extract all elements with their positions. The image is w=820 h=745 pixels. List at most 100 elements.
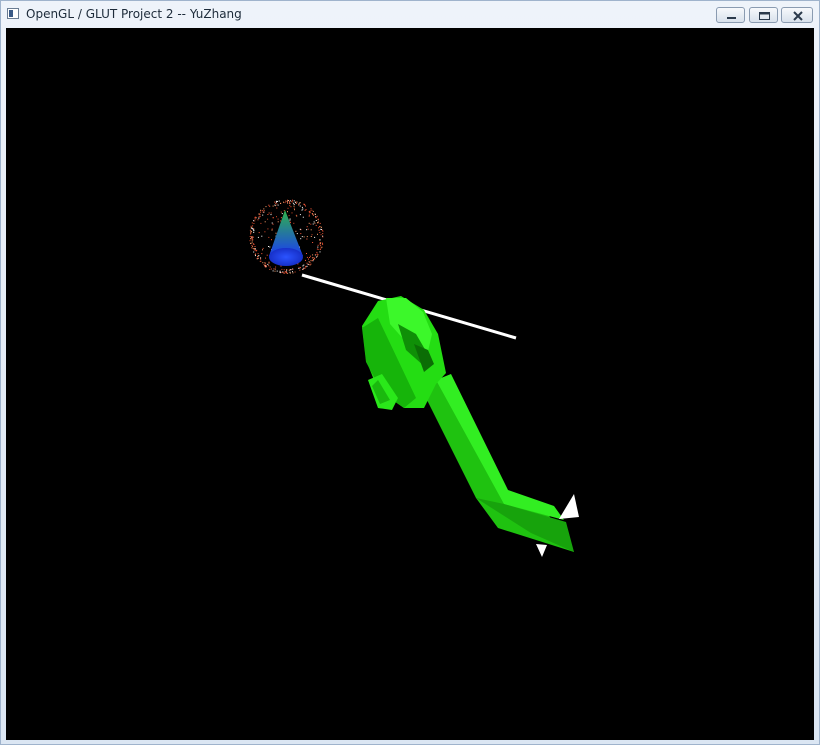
particle-dot	[267, 228, 269, 230]
particle-dot	[290, 206, 292, 208]
particle-dot	[251, 244, 253, 246]
particle-dot	[315, 216, 317, 218]
particle-dot	[292, 271, 293, 273]
particle-dot	[294, 209, 295, 211]
particle-dot	[272, 223, 274, 225]
particle-dot	[293, 222, 295, 224]
particle-dot	[299, 214, 301, 216]
maximize-button[interactable]	[749, 7, 778, 23]
particle-dot	[254, 218, 256, 220]
particle-dot	[309, 257, 311, 258]
particle-dot	[268, 261, 270, 263]
particle-dot	[280, 217, 282, 219]
particle-dot	[274, 268, 276, 270]
particle-dot	[319, 251, 321, 253]
particle-dot	[294, 271, 296, 273]
particle-dot	[309, 255, 311, 257]
particle-dot	[258, 255, 260, 257]
particle-dot	[264, 221, 266, 223]
particle-dot	[298, 204, 300, 206]
particle-dot	[262, 262, 264, 264]
particle-dot	[301, 206, 303, 208]
title-bar[interactable]: OpenGL / GLUT Project 2 -- YuZhang	[1, 1, 819, 28]
particle-dot	[272, 205, 274, 207]
particle-dot	[280, 211, 282, 213]
particle-dot	[258, 232, 260, 234]
particle-dot	[321, 246, 323, 248]
particle-dot	[301, 236, 303, 238]
close-button[interactable]	[781, 7, 813, 23]
particle-dot	[315, 254, 317, 256]
opengl-viewport[interactable]	[6, 28, 814, 740]
particle-dot	[292, 202, 294, 204]
particle-dot	[276, 203, 278, 205]
tail-fin-bottom	[536, 544, 547, 557]
particle-dot	[303, 264, 305, 266]
particle-dot	[312, 214, 314, 216]
particle-dot	[313, 221, 315, 223]
particle-dot	[268, 212, 270, 214]
particle-dot	[261, 253, 263, 255]
particle-dot	[310, 223, 312, 225]
particle-dot	[319, 239, 320, 241]
particle-dot	[317, 233, 318, 235]
particle-dot	[304, 267, 306, 269]
particle-dot	[284, 271, 286, 273]
particle-dot	[252, 225, 254, 227]
particle-dot	[293, 207, 295, 209]
particle-dot	[317, 246, 319, 248]
particle-dot	[285, 272, 287, 274]
particle-dot	[268, 246, 269, 247]
particle-dot	[315, 220, 317, 221]
particle-dot	[317, 244, 319, 246]
particle-dot	[277, 204, 279, 206]
particle-dot	[278, 200, 280, 202]
particle-dot	[272, 217, 274, 219]
particle-dot	[250, 225, 252, 227]
particle-dot	[295, 214, 297, 216]
particle-dot	[320, 248, 321, 250]
particle-dot	[309, 262, 311, 264]
particle-dot	[281, 272, 283, 273]
minimize-button[interactable]	[716, 7, 745, 23]
particle-dot	[286, 270, 288, 272]
particle-dot	[306, 238, 308, 240]
app-window-icon[interactable]	[7, 8, 19, 19]
particle-dot	[302, 268, 304, 270]
particle-dot	[287, 211, 288, 213]
particle-dot	[311, 234, 313, 236]
particle-dot	[279, 270, 281, 272]
particle-dot	[293, 200, 295, 202]
particle-dot	[251, 238, 253, 239]
particle-dot	[311, 209, 313, 211]
particle-dot	[286, 269, 288, 271]
particle-dot	[296, 233, 298, 235]
particle-dot	[284, 272, 286, 274]
particle-dot	[289, 201, 290, 203]
particle-dot	[322, 243, 324, 245]
particle-dot	[254, 220, 256, 222]
particle-dot	[300, 267, 301, 269]
particle-dot	[251, 247, 253, 249]
particle-dot	[317, 255, 318, 257]
particle-dot	[257, 257, 259, 259]
particle-dot	[298, 268, 300, 269]
particle-dot	[310, 208, 312, 210]
particle-dot	[305, 266, 307, 268]
particle-dot	[321, 226, 322, 228]
particle-dot	[258, 213, 260, 215]
particle-dot	[288, 215, 290, 217]
particle-dot	[320, 228, 322, 230]
particle-dot	[258, 216, 260, 218]
particle-dot	[255, 253, 256, 255]
particle-dot	[269, 268, 271, 270]
particle-dot	[275, 205, 277, 207]
particle-dot	[306, 226, 308, 228]
particle-dot	[308, 214, 310, 216]
particle-dot	[312, 213, 314, 215]
particle-dot	[281, 213, 283, 215]
particle-dot	[321, 229, 323, 231]
particle-dot	[253, 251, 255, 253]
particle-dot	[285, 200, 287, 202]
particle-dot	[289, 205, 291, 207]
